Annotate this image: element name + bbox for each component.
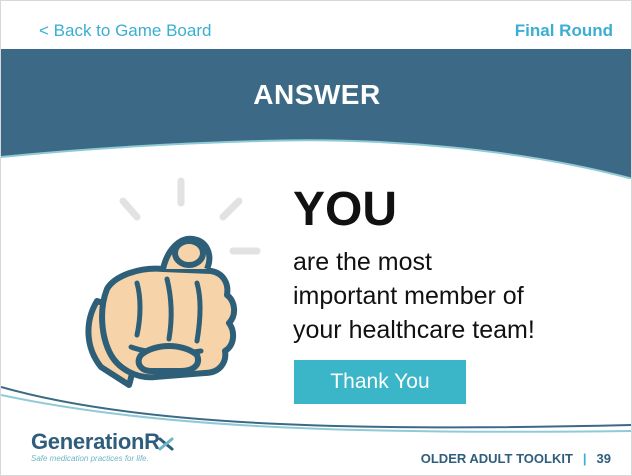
answer-text: are the most important member of your he…: [293, 245, 603, 347]
logo-tagline: Safe medication practices for life.: [31, 454, 149, 463]
toolkit-label: OLDER ADULT TOOLKIT: [420, 451, 573, 466]
round-label: Final Round: [514, 21, 613, 40]
back-to-game-board-link[interactable]: < Back to Game Board: [39, 21, 211, 41]
page-number: 39: [596, 451, 611, 466]
generation-rx-logo: GenerationR Safe medication practices fo…: [31, 429, 174, 463]
answer-headline: YOU: [293, 183, 398, 236]
pointing-hand-icon: [85, 177, 261, 388]
logo-wordmark: GenerationR: [31, 429, 174, 455]
footer-toolkit-info: OLDER ADULT TOOLKIT | 39: [421, 451, 611, 466]
answer-line: are the most: [293, 248, 432, 276]
logo-x-mark-icon: [158, 437, 174, 451]
footer-separator: |: [582, 451, 587, 466]
slide: < Back to Game Board Final Round ANSWER: [0, 0, 632, 476]
banner-title: ANSWER: [253, 79, 381, 110]
answer-line: important member of: [293, 282, 524, 310]
answer-line: your healthcare team!: [293, 316, 535, 344]
answer-banner: [1, 49, 631, 179]
logo-text-main: Generation: [31, 429, 145, 454]
